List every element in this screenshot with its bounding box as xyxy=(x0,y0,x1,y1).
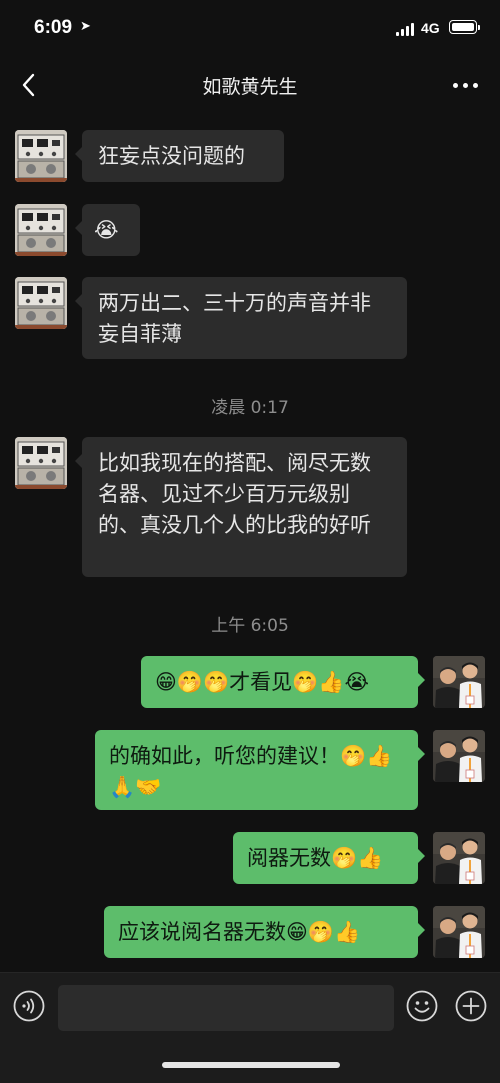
contact-avatar[interactable] xyxy=(15,130,67,182)
home-indicator xyxy=(162,1062,340,1068)
battery-icon xyxy=(449,20,480,34)
user-avatar[interactable] xyxy=(433,832,485,884)
message-text: 应该说阅名器无数😁🤭👍 xyxy=(118,920,361,944)
chat-header: 如歌黄先生 xyxy=(0,60,500,110)
outgoing-message-bubble[interactable]: 应该说阅名器无数😁🤭👍 xyxy=(104,906,425,958)
contact-avatar[interactable] xyxy=(15,277,67,329)
outgoing-message-bubble[interactable]: 😁🤭🤭才看见🤭👍😭 xyxy=(141,656,425,708)
message-text: 的确如此，听您的建议！🤭👍🙏🤝 xyxy=(109,744,393,799)
contact-avatar[interactable] xyxy=(15,204,67,256)
status-bar: 6:09 ➤ 4G xyxy=(0,0,500,60)
message-text: 比如我现在的搭配、阅尽无数名器、见过不少百万元级别的、真没几个人的比我的好听 xyxy=(98,451,371,537)
location-arrow-icon: ➤ xyxy=(80,19,91,34)
message-text: 狂妄点没问题的 xyxy=(98,144,245,168)
more-dots-icon[interactable] xyxy=(453,83,479,89)
incoming-message-bubble[interactable]: 😭 xyxy=(75,204,140,256)
outgoing-message-bubble[interactable]: 阅器无数🤭👍 xyxy=(233,832,425,884)
chat-title: 如歌黄先生 xyxy=(202,76,298,98)
message-text: 😭 xyxy=(94,218,119,242)
message-input[interactable] xyxy=(58,985,394,1031)
user-avatar[interactable] xyxy=(433,730,485,782)
contact-avatar[interactable] xyxy=(15,437,67,489)
network-type: 4G xyxy=(421,20,440,36)
signal-strength-icon xyxy=(396,22,416,36)
outgoing-message-bubble[interactable]: 的确如此，听您的建议！🤭👍🙏🤝 xyxy=(95,730,425,810)
incoming-message-bubble[interactable]: 比如我现在的搭配、阅尽无数名器、见过不少百万元级别的、真没几个人的比我的好听 xyxy=(75,437,407,577)
message-text: 😁🤭🤭才看见🤭👍😭 xyxy=(155,670,370,694)
timestamp: 凌晨 0:17 xyxy=(211,398,289,418)
timestamp: 上午 6:05 xyxy=(211,616,289,636)
status-time: 6:09 xyxy=(34,17,73,38)
message-text: 两万出二、三十万的声音并非妄自菲薄 xyxy=(98,291,371,346)
emoji-icon[interactable] xyxy=(406,990,438,1022)
user-avatar[interactable] xyxy=(433,656,485,708)
voice-icon[interactable] xyxy=(13,990,45,1022)
user-avatar[interactable] xyxy=(433,906,485,958)
plus-icon[interactable] xyxy=(455,990,487,1022)
message-text: 阅器无数🤭👍 xyxy=(247,846,384,870)
incoming-message-bubble[interactable]: 两万出二、三十万的声音并非妄自菲薄 xyxy=(75,277,407,359)
incoming-message-bubble[interactable]: 狂妄点没问题的 xyxy=(75,130,284,182)
